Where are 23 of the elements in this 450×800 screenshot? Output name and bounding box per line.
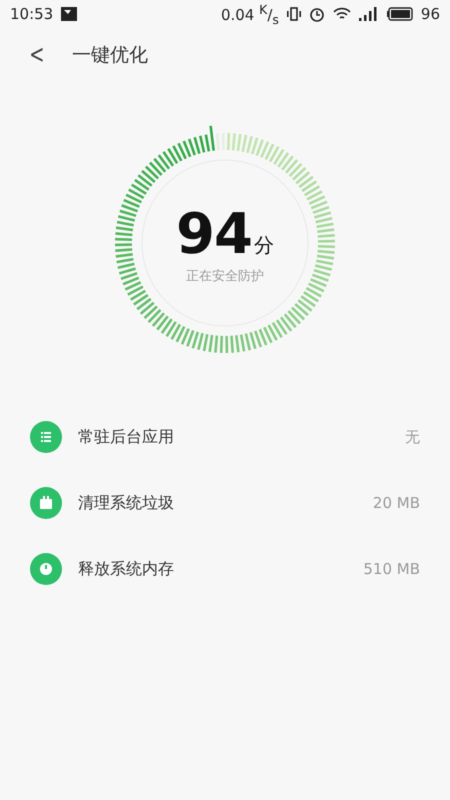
item-label[interactable]: 清理系统垃圾 bbox=[78, 492, 357, 514]
item-value: 510 MB bbox=[363, 560, 420, 578]
status-time: 10:53 bbox=[10, 5, 54, 23]
protection-status: 正在安全防护 bbox=[186, 268, 264, 285]
vibrate-icon bbox=[286, 7, 301, 21]
battery-level: 96 bbox=[420, 5, 440, 23]
score-unit: 分 bbox=[254, 232, 274, 259]
item-label[interactable]: 释放系统内存 bbox=[78, 558, 348, 580]
bin-icon bbox=[30, 487, 62, 519]
picture-notification-icon bbox=[61, 7, 78, 21]
item-value: 无 bbox=[405, 428, 420, 446]
back-button[interactable]: < bbox=[25, 40, 49, 70]
score-value: 94 bbox=[176, 207, 252, 263]
item-label[interactable]: 常驻后台应用 bbox=[78, 426, 389, 448]
gauge-icon bbox=[30, 553, 62, 585]
signal-icon bbox=[358, 7, 379, 21]
page-title: 一键优化 bbox=[72, 43, 148, 68]
alarm-icon bbox=[308, 6, 325, 22]
item-value: 20 MB bbox=[372, 494, 420, 512]
battery-icon bbox=[386, 7, 413, 21]
network-speed: 0.04 $^{K}$/$_{s}$ bbox=[220, 2, 279, 26]
wifi-icon bbox=[332, 7, 351, 21]
list-icon bbox=[30, 421, 62, 453]
